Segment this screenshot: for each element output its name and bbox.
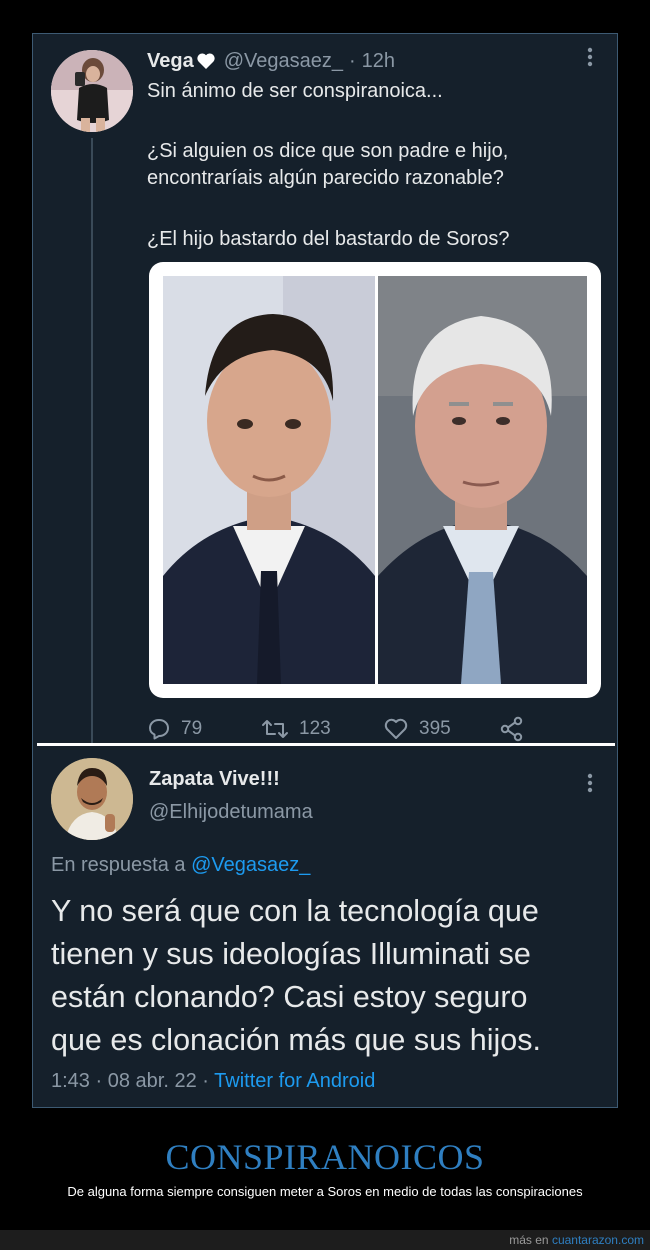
caption-subtitle: De alguna forma siempre consiguen meter …: [67, 1184, 583, 1199]
tweet-text-line: ¿El hijo bastardo del bastardo de Soros?: [147, 228, 510, 250]
reply-text-line: que es clonación más que sus hijos.: [51, 1023, 541, 1057]
reply-prefix: En respuesta a: [51, 854, 186, 876]
tweet-time[interactable]: 12h: [362, 50, 395, 73]
reply-icon: [149, 719, 169, 740]
reply-button[interactable]: 79: [147, 714, 202, 744]
tweet-time[interactable]: 1:43: [51, 1070, 90, 1092]
tweet-header: Vega @Vegasaez_ · 12h: [147, 48, 395, 74]
reply-text-line: están clonando? Casi estoy seguro: [51, 980, 528, 1014]
footer-bar: más en cuantarazon.com: [0, 1230, 650, 1250]
heart-badge-icon: [196, 52, 216, 70]
caption-title: CONSPIRANOICOS: [165, 1137, 485, 1177]
thread-line: [91, 138, 93, 744]
author-handle[interactable]: @Elhijodetumama: [149, 801, 313, 824]
like-count: 395: [419, 718, 451, 739]
separator: ·: [95, 1070, 103, 1092]
retweet-button[interactable]: 123: [261, 714, 331, 744]
like-button[interactable]: 395: [383, 714, 451, 744]
original-tweet[interactable]: Vega @Vegasaez_ · 12h Sin ánimo de ser c…: [33, 34, 617, 744]
separator: ·: [202, 1070, 209, 1092]
tweet-text-line: ¿Si alguien os dice que son padre e hijo…: [147, 140, 509, 162]
reply-text-line: tienen y sus ideologías Illuminati se: [51, 937, 531, 971]
reply-text-line: Y no será que con la tecnología que: [51, 894, 539, 928]
avatar[interactable]: [51, 758, 133, 840]
like-icon: [384, 718, 408, 739]
reply-context: En respuesta a @Vegasaez_: [51, 854, 310, 877]
share-button[interactable]: [499, 714, 535, 744]
footer-prefix: más en: [509, 1233, 549, 1247]
author-handle[interactable]: @Vegasaez_: [224, 50, 343, 73]
tweet-text-line: encontraríais algún parecido razonable?: [147, 167, 504, 189]
separator: ·: [348, 49, 356, 72]
retweet-icon: [262, 720, 288, 738]
tweet-meta: 1:43 · 08 abr. 22 · Twitter for Android: [51, 1070, 375, 1093]
avatar[interactable]: [51, 50, 133, 132]
reply-text: Y no será que con la tecnología que tien…: [51, 890, 611, 1062]
tweet-actions: 79 123 395: [147, 714, 547, 744]
reply-tweet[interactable]: Zapata Vive!!! @Elhijodetumama En respue…: [33, 746, 617, 1106]
tweet-screenshot-frame: Vega @Vegasaez_ · 12h Sin ánimo de ser c…: [32, 33, 618, 1108]
avatar-image: [51, 50, 133, 132]
share-icon: [500, 716, 523, 742]
tweet-date[interactable]: 08 abr. 22: [108, 1070, 197, 1092]
tweet-media[interactable]: [149, 262, 601, 698]
tweet-source-link[interactable]: Twitter for Android: [214, 1070, 375, 1092]
author-name[interactable]: Zapata Vive!!!: [149, 768, 280, 791]
side-by-side-portraits: [163, 276, 587, 684]
reply-count: 79: [181, 718, 203, 739]
more-icon[interactable]: [583, 46, 597, 72]
tweet-text-line: Sin ánimo de ser conspiranoica...: [147, 80, 443, 102]
footer-credit: más en cuantarazon.com: [509, 1233, 644, 1247]
retweet-count: 123: [299, 718, 331, 739]
more-icon[interactable]: [583, 772, 597, 798]
reply-mention-link[interactable]: @Vegasaez_: [191, 854, 310, 876]
site-link[interactable]: cuantarazon.com: [552, 1233, 644, 1247]
author-name[interactable]: Vega: [147, 50, 194, 73]
avatar-image: [51, 758, 133, 840]
